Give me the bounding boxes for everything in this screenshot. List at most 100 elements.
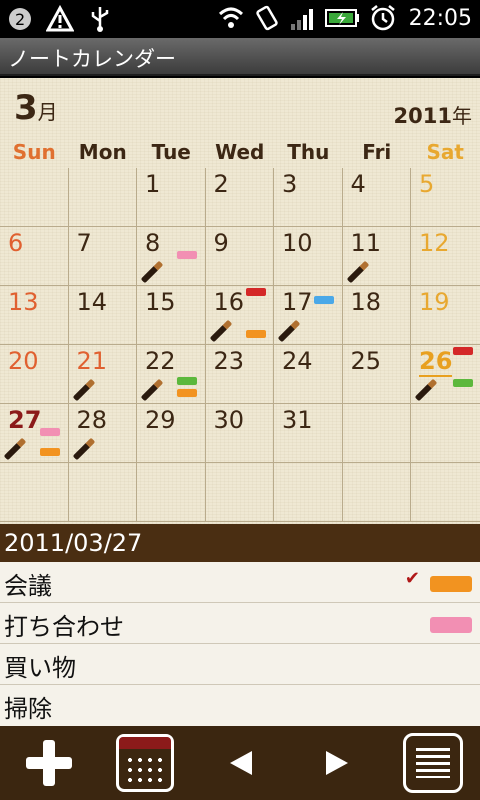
day-number: 21 <box>76 347 108 375</box>
add-icon <box>26 740 72 786</box>
calendar-day-cell[interactable] <box>68 463 137 522</box>
calendar-day-cell[interactable] <box>411 404 480 463</box>
green-tag-icon <box>177 377 197 385</box>
calendar-day-cell[interactable] <box>0 463 69 522</box>
calendar-day-cell[interactable] <box>205 463 274 522</box>
calendar-day-cell[interactable]: 14 <box>68 286 137 345</box>
calendar-day-cell[interactable]: 4 <box>342 168 411 227</box>
calendar-day-cell[interactable]: 19 <box>411 286 480 345</box>
pencil-icon <box>346 260 369 284</box>
calendar-day-cell[interactable]: 25 <box>342 345 411 404</box>
calendar-day-cell[interactable]: 15 <box>137 286 206 345</box>
day-number: 30 <box>213 406 245 434</box>
day-number: 7 <box>76 229 92 257</box>
list-button[interactable] <box>400 730 466 796</box>
day-number: 31 <box>282 406 313 434</box>
calendar-day-cell[interactable]: 21 <box>68 345 137 404</box>
calendar-day-cell[interactable]: 7 <box>68 227 137 286</box>
event-item[interactable]: 買い物 <box>0 644 480 685</box>
calendar-day-cell[interactable] <box>0 168 69 227</box>
event-item[interactable]: 掃除 <box>0 685 480 726</box>
day-number: 28 <box>76 406 108 434</box>
calendar-day-cell[interactable]: 2 <box>205 168 274 227</box>
day-number: 13 <box>8 288 39 316</box>
calendar-day-cell[interactable]: 31 <box>274 404 343 463</box>
day-number: 19 <box>419 288 450 316</box>
pink-tag-icon <box>40 428 60 436</box>
signal-icon <box>290 9 313 30</box>
calendar-day-cell[interactable]: 13 <box>0 286 69 345</box>
weekday-header: Sun Mon Tue Wed Thu Fri Sat <box>0 140 480 170</box>
event-label: 買い物 <box>4 654 76 682</box>
day-number: 10 <box>282 229 313 257</box>
day-number: 6 <box>8 229 24 257</box>
weekday-sun: Sun <box>12 140 56 164</box>
event-label: 会議 <box>4 572 52 600</box>
calendar-day-cell[interactable] <box>137 463 206 522</box>
calendar-day-cell[interactable]: 20 <box>0 345 69 404</box>
add-button[interactable] <box>16 730 82 796</box>
day-number: 23 <box>213 347 245 375</box>
calendar-day-cell[interactable]: 29 <box>137 404 206 463</box>
day-number: 16 <box>213 288 245 316</box>
calendar-day-cell[interactable]: 23 <box>205 345 274 404</box>
day-number: 12 <box>419 229 450 257</box>
pencil-icon <box>72 378 95 402</box>
calendar-day-cell[interactable]: 5 <box>411 168 480 227</box>
orange-tag-icon <box>40 448 60 456</box>
event-item[interactable]: 会議 ✔ <box>0 562 480 603</box>
calendar-day-cell[interactable] <box>342 404 411 463</box>
orange-tag-icon <box>430 576 472 592</box>
day-number: 8 <box>145 229 161 257</box>
calendar-day-cell-selected[interactable]: 27 <box>0 404 69 463</box>
usb-icon <box>91 7 109 32</box>
month-suffix: 月 <box>37 100 58 124</box>
wifi-icon <box>218 7 243 28</box>
calendar-day-cell[interactable]: 9 <box>205 227 274 286</box>
event-item[interactable]: 打ち合わせ <box>0 603 480 644</box>
year-suffix: 年 <box>452 104 472 128</box>
weekday-tue: Tue <box>151 140 191 164</box>
calendar-day-cell[interactable]: 28 <box>68 404 137 463</box>
weekday-fri: Fri <box>362 140 392 164</box>
calendar-day-cell[interactable] <box>68 168 137 227</box>
alarm-icon <box>370 5 395 31</box>
calendar-day-cell[interactable]: 10 <box>274 227 343 286</box>
calendar-day-cell[interactable]: 6 <box>0 227 69 286</box>
calendar-day-cell[interactable]: 24 <box>274 345 343 404</box>
selected-date: 2011/03/27 <box>4 529 143 557</box>
calendar-day-cell[interactable] <box>411 463 480 522</box>
check-icon: ✔ <box>404 568 420 589</box>
calendar-day-cell[interactable] <box>274 463 343 522</box>
calendar-day-cell[interactable]: 11 <box>342 227 411 286</box>
previous-month-button[interactable] <box>208 730 274 796</box>
calendar-day-cell[interactable]: 16 <box>205 286 274 345</box>
calendar-day-cell[interactable]: 12 <box>411 227 480 286</box>
pencil-icon <box>414 378 438 402</box>
calendar-button[interactable] <box>112 730 178 796</box>
pencil-icon <box>72 437 95 461</box>
calendar-day-cell[interactable] <box>342 463 411 522</box>
calendar-day-cell[interactable]: 30 <box>205 404 274 463</box>
bottom-toolbar <box>0 726 480 800</box>
day-number: 3 <box>282 170 298 198</box>
status-bar: 2 22:05 <box>0 0 480 38</box>
status-time: 22:05 <box>408 5 472 31</box>
calendar-day-cell[interactable]: 22 <box>137 345 206 404</box>
next-month-button[interactable] <box>304 730 370 796</box>
calendar-day-cell[interactable]: 8 <box>137 227 206 286</box>
warning-icon <box>46 5 74 32</box>
list-icon <box>403 733 463 793</box>
calendar-day-cell[interactable]: 3 <box>274 168 343 227</box>
event-label: 打ち合わせ <box>4 613 124 641</box>
day-number: 9 <box>213 229 229 257</box>
calendar-day-cell[interactable]: 1 <box>137 168 206 227</box>
day-number: 24 <box>282 347 313 375</box>
calendar-day-cell[interactable]: 17 <box>274 286 343 345</box>
calendar-grid: 1 2 3 4 5 6 7 8 9 10 11 12 13 14 15 16 1… <box>0 168 480 522</box>
year-label: 2011年 <box>394 100 472 129</box>
day-number: 25 <box>350 347 382 375</box>
calendar-day-cell[interactable]: 26 <box>411 345 480 404</box>
orange-tag-icon <box>177 389 197 397</box>
calendar-day-cell[interactable]: 18 <box>342 286 411 345</box>
